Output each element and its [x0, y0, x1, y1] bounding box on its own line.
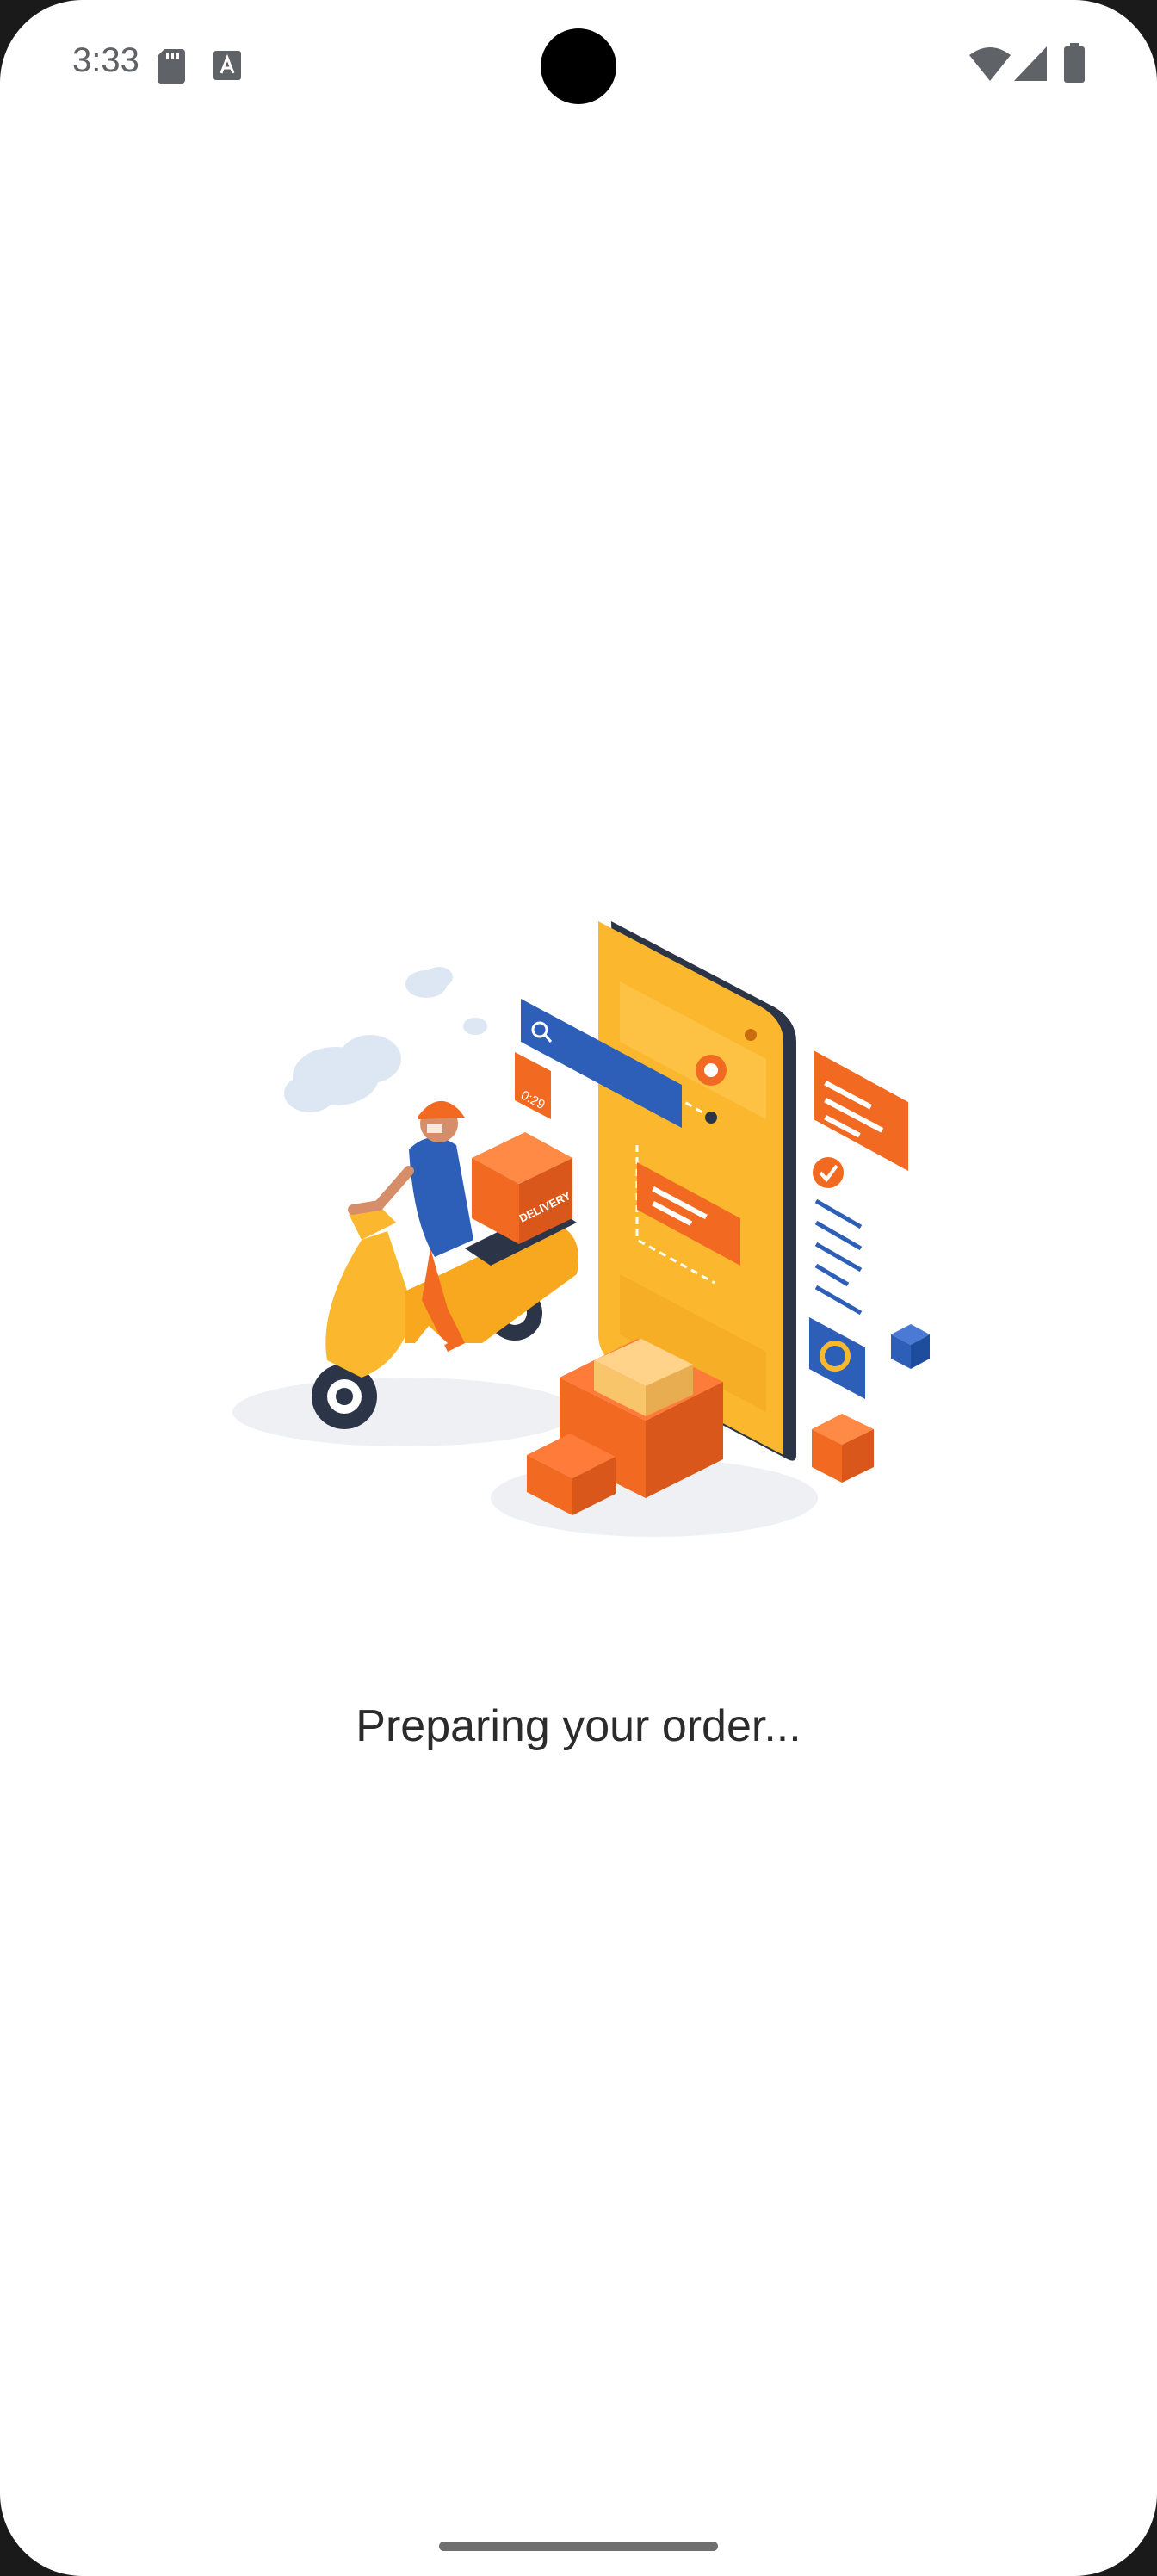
- app-screen: 3:33 0:29 DELIVERY Preparing your order.…: [0, 0, 1157, 2576]
- keyboard-a-icon: [213, 51, 241, 80]
- delivery-illustration: 0:29 DELIVERY: [232, 921, 930, 1537]
- orange-cube-graphic: [812, 1414, 874, 1483]
- scooter-shadow: [232, 1378, 577, 1446]
- blue-cube-graphic: [891, 1324, 930, 1369]
- home-indicator-bar[interactable]: [439, 2542, 718, 2551]
- wifi-icon: [969, 47, 1011, 81]
- timer-tag: 0:29: [515, 1052, 551, 1119]
- battery-icon: [1064, 43, 1085, 83]
- cloud-icon: [284, 1035, 401, 1112]
- checkmark-icon: [813, 1157, 844, 1188]
- status-bar: 3:33: [0, 0, 1157, 129]
- chart-card-graphic: [809, 1317, 865, 1399]
- loading-message: Preparing your order...: [356, 1701, 801, 1751]
- list-lines-graphic: [814, 1198, 863, 1316]
- info-card-graphic: [814, 1050, 908, 1171]
- cellular-signal-icon: [1014, 46, 1047, 81]
- small-cloud-icon: [405, 967, 487, 1035]
- location-pin-icon: [696, 1055, 727, 1086]
- status-time: 3:33: [72, 41, 139, 79]
- sd-card-icon: [158, 49, 185, 84]
- front-camera: [541, 28, 616, 104]
